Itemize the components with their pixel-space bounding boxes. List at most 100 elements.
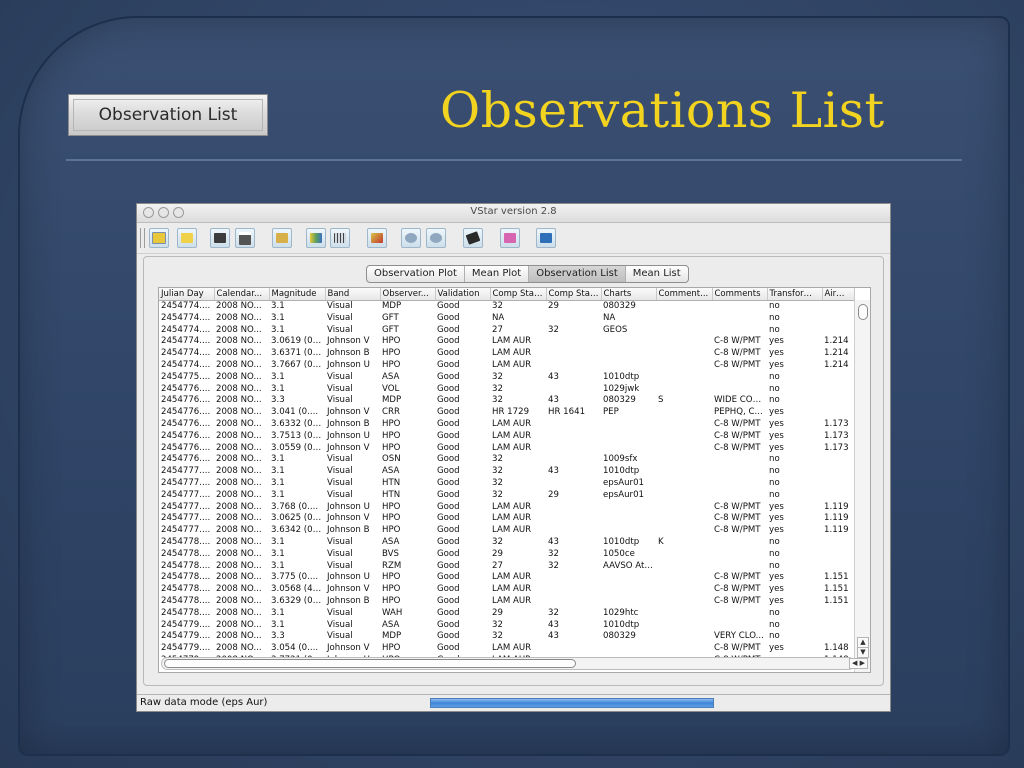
table-cell: Visual: [327, 454, 353, 465]
table-cell: HPO: [382, 336, 401, 347]
column-header[interactable]: Validation: [435, 288, 491, 301]
table-cell: Visual: [327, 560, 353, 571]
table-row[interactable]: 2454776.... 2008 NO... 3.041 (0.... Johnson…: [159, 407, 854, 419]
table-cell: [656, 454, 712, 466]
new-star-button[interactable]: [149, 228, 169, 248]
table-row[interactable]: 2454778.... 2008 NO... 3.1 Visual BVS Good 29 3…: [159, 549, 854, 561]
column-header[interactable]: Observer...: [380, 288, 436, 301]
phase-plot-button[interactable]: [330, 228, 350, 248]
table-row[interactable]: 2454776.... 2008 NO... 3.6332 (0.... Johnso…: [159, 419, 854, 431]
table-cell: 2008 NO...: [216, 548, 262, 559]
table-row[interactable]: 2454778.... 2008 NO... 3.6329 (0.... Johnso…: [159, 596, 854, 608]
tab-mean-list[interactable]: Mean List: [626, 266, 688, 282]
table-cell: 2454776....: [161, 395, 211, 406]
table-row[interactable]: 2454774.... 2008 NO... 3.1 Visual MDP Good 32 2…: [159, 301, 854, 313]
table-row[interactable]: 2454777.... 2008 NO... 3.1 Visual HTN Good 32 e…: [159, 478, 854, 490]
table-cell: 2008 NO...: [216, 560, 262, 571]
table-cell: [601, 525, 656, 537]
table-row[interactable]: 2454774.... 2008 NO... 3.7667 (0.... Johnso…: [159, 360, 854, 372]
table-cell: Visual: [327, 536, 353, 547]
table-row[interactable]: 2454776.... 2008 NO... 3.1 Visual VOL Good 32 1…: [159, 384, 854, 396]
table-cell: 43: [548, 466, 559, 477]
table-cell: no: [769, 607, 780, 618]
raw-data-button[interactable]: [306, 228, 326, 248]
vertical-scroll-thumb[interactable]: [858, 304, 868, 320]
analysis-button[interactable]: [367, 228, 387, 248]
column-header[interactable]: Comments: [712, 288, 768, 301]
zoom-in-icon: [405, 233, 417, 243]
table-row[interactable]: 2454778.... 2008 NO... 3.1 Visual WAH Good 29 3…: [159, 608, 854, 620]
column-header[interactable]: Comp Star 1: [490, 288, 547, 301]
table-cell: [656, 431, 712, 443]
table-cell: [546, 572, 601, 584]
table-row[interactable]: 2454777.... 2008 NO... 3.1 Visual ASA Good 32 4…: [159, 466, 854, 478]
vertical-scrollbar[interactable]: ▲ ▼: [854, 300, 870, 672]
table-cell: 2454778....: [161, 560, 211, 571]
table-cell: 2454776....: [161, 383, 211, 394]
column-header[interactable]: Julian Day: [159, 288, 215, 301]
tab-observation-list[interactable]: Observation List: [529, 266, 626, 282]
info-button[interactable]: [272, 228, 292, 248]
table-cell: 3.6371 (0....: [271, 348, 324, 359]
column-header[interactable]: Comp Star 2: [546, 288, 602, 301]
observation-table-frame: Julian Day Calendar... Magnitude Band Observ…: [158, 287, 871, 673]
table-row[interactable]: 2454777.... 2008 NO... 3.6342 (0.... Johnso…: [159, 525, 854, 537]
table-cell: 2454777....: [161, 477, 211, 488]
table-cell: 3.1: [271, 454, 285, 465]
tab-mean-plot[interactable]: Mean Plot: [465, 266, 530, 282]
table-row[interactable]: 2454778.... 2008 NO... 3.1 Visual ASA Good 32 4…: [159, 537, 854, 549]
print-button[interactable]: [235, 228, 255, 248]
filter-button[interactable]: [463, 228, 483, 248]
table-row[interactable]: 2454778.... 2008 NO... 3.0568 (4.... Johnso…: [159, 584, 854, 596]
table-row[interactable]: 2454774.... 2008 NO... 3.1 Visual GFT Good 27 3…: [159, 325, 854, 337]
tab-observation-plot[interactable]: Observation Plot: [367, 266, 465, 282]
plugin-button[interactable]: [500, 228, 520, 248]
table-row[interactable]: 2454775.... 2008 NO... 3.1 Visual ASA Good 32 4…: [159, 372, 854, 384]
scroll-down-arrow[interactable]: ▼: [857, 647, 869, 658]
table-row[interactable]: 2454776.... 2008 NO... 3.0559 (0.... Johnso…: [159, 443, 854, 455]
table-cell: MDP: [382, 301, 402, 311]
column-header[interactable]: Magnitude: [269, 288, 326, 301]
zoom-out-button[interactable]: [426, 228, 446, 248]
table-cell: [601, 596, 656, 608]
column-header[interactable]: Charts: [601, 288, 657, 301]
observation-list-button[interactable]: Observation List: [68, 94, 268, 136]
table-cell: no: [769, 301, 780, 311]
column-header[interactable]: Airmass: [822, 288, 855, 301]
table-cell: HTN: [382, 477, 401, 488]
table-row[interactable]: 2454778.... 2008 NO... 3.1 Visual RZM Good 27 3…: [159, 561, 854, 573]
table-cell: 2454774....: [161, 336, 211, 347]
horizontal-scrollbar[interactable]: [161, 657, 855, 670]
table-row[interactable]: 2454777.... 2008 NO... 3.768 (0.... Johnson…: [159, 502, 854, 514]
horizontal-scroll-thumb[interactable]: [164, 659, 576, 668]
table-cell: Visual: [327, 395, 353, 406]
column-header[interactable]: Calendar...: [214, 288, 270, 301]
table-row[interactable]: 2454774.... 2008 NO... 3.0619 (0.... Johnso…: [159, 336, 854, 348]
table-cell: Good: [437, 501, 460, 512]
column-header[interactable]: Comment...: [656, 288, 713, 301]
table-row[interactable]: 2454776.... 2008 NO... 3.7513 (0.... Johnso…: [159, 431, 854, 443]
open-file-button[interactable]: [177, 228, 197, 248]
column-header[interactable]: Band: [325, 288, 381, 301]
table-row[interactable]: 2454779.... 2008 NO... 3.054 (0.... Johnson…: [159, 643, 854, 655]
table-row[interactable]: 2454777.... 2008 NO... 3.1 Visual HTN Good 32 2…: [159, 490, 854, 502]
help-button[interactable]: [536, 228, 556, 248]
table-cell: yes: [769, 430, 784, 441]
table-row[interactable]: 2454776.... 2008 NO... 3.3 Visual MDP Good 32 4…: [159, 395, 854, 407]
table-row[interactable]: 2454774.... 2008 NO... 3.6371 (0.... Johnso…: [159, 348, 854, 360]
column-header[interactable]: Transform...: [767, 288, 823, 301]
table-cell: C-8 W/PMT: [714, 595, 761, 606]
table-row[interactable]: 2454779.... 2008 NO... 3.3 Visual MDP Good 32 4…: [159, 631, 854, 643]
table-row[interactable]: 2454777.... 2008 NO... 3.0625 (0.... Johnso…: [159, 513, 854, 525]
table-row[interactable]: 2454779.... 2008 NO... 3.1 Visual ASA Good 32 4…: [159, 620, 854, 632]
table-cell: [656, 513, 712, 525]
toolbar-grip[interactable]: [140, 228, 145, 248]
table-row[interactable]: 2454774.... 2008 NO... 3.1 Visual GFT Good NA N…: [159, 313, 854, 325]
table-row[interactable]: 2454778.... 2008 NO... 3.775 (0.... Johnson…: [159, 572, 854, 584]
progress-bar: [430, 698, 714, 708]
table-cell: 32: [492, 631, 503, 642]
save-button[interactable]: [210, 228, 230, 248]
table-row[interactable]: 2454776.... 2008 NO... 3.1 Visual OSN Good 32 1…: [159, 454, 854, 466]
zoom-in-button[interactable]: [401, 228, 421, 248]
horizontal-scroll-arrows[interactable]: ◀ ▶: [849, 658, 868, 669]
